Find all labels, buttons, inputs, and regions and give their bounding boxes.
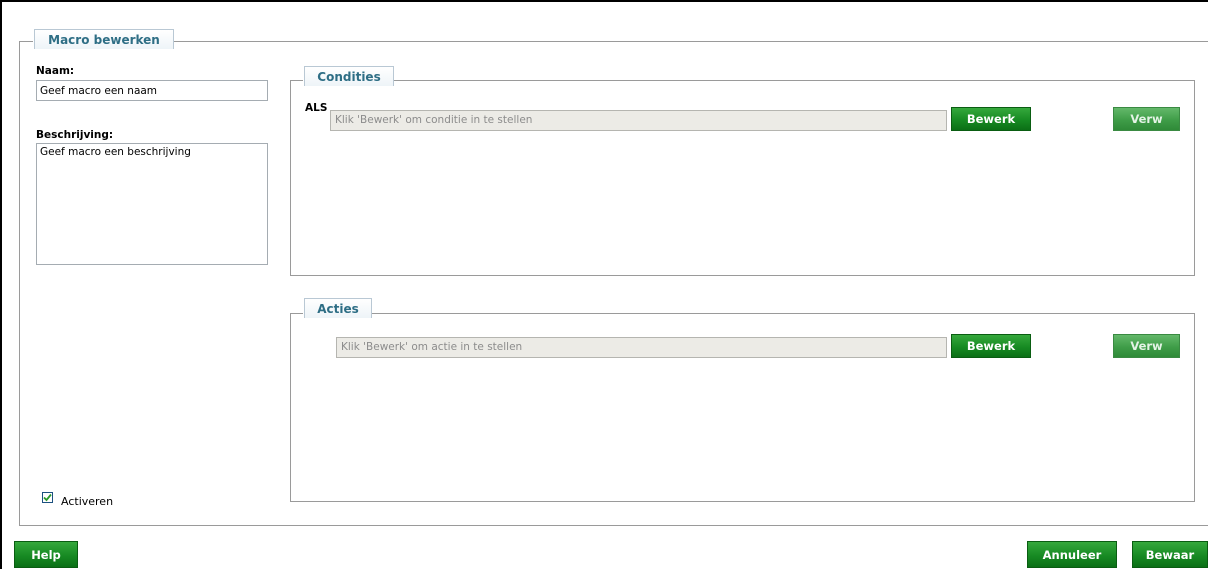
activate-checkbox[interactable] xyxy=(42,492,53,503)
remove-condition-button[interactable]: Verw xyxy=(1113,107,1180,131)
actions-title: Acties xyxy=(304,298,372,318)
remove-action-button[interactable]: Verw xyxy=(1113,334,1180,358)
activate-label: Activeren xyxy=(61,495,114,508)
if-label: ALS xyxy=(305,102,328,114)
macro-title: Macro bewerken xyxy=(34,29,174,49)
description-textarea[interactable]: Geef macro een beschrijving xyxy=(36,143,268,265)
help-button[interactable]: Help xyxy=(14,541,78,568)
save-button[interactable]: Bewaar xyxy=(1132,541,1208,568)
action-field[interactable]: Klik 'Bewerk' om actie in te stellen xyxy=(336,337,947,358)
condition-field[interactable]: Klik 'Bewerk' om conditie in te stellen xyxy=(330,110,947,131)
edit-condition-button[interactable]: Bewerk xyxy=(951,107,1031,131)
window-border-top xyxy=(0,0,1208,2)
edit-action-button[interactable]: Bewerk xyxy=(951,334,1031,358)
cancel-button[interactable]: Annuleer xyxy=(1027,541,1117,568)
description-label: Beschrijving: xyxy=(36,129,114,141)
window-border-left xyxy=(0,0,2,569)
conditions-title: Condities xyxy=(304,66,394,86)
name-input[interactable] xyxy=(36,80,268,101)
checkmark-icon xyxy=(43,493,52,502)
name-label: Naam: xyxy=(36,65,75,77)
